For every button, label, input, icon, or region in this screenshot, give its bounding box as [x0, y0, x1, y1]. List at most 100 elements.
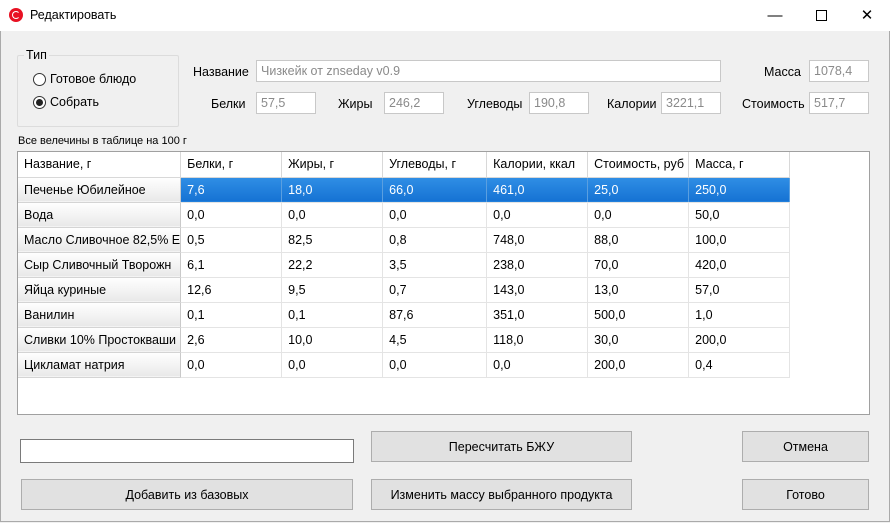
cost-field[interactable]: 517,7 — [809, 92, 869, 114]
cell-calories[interactable]: 748,0 — [486, 227, 589, 253]
table-header-row: Название, г Белки, г Жиры, г Углеводы, г… — [18, 152, 791, 178]
cell-calories[interactable]: 461,0 — [486, 177, 589, 203]
cell-cost[interactable]: 25,0 — [587, 177, 690, 203]
radio-label-ready-dish: Готовое блюдо — [50, 72, 137, 86]
cell-cost[interactable]: 88,0 — [587, 227, 690, 253]
cell-mass[interactable]: 0,4 — [688, 352, 791, 378]
fat-field[interactable]: 246,2 — [384, 92, 444, 114]
cell-cost[interactable]: 200,0 — [587, 352, 690, 378]
recalculate-button[interactable]: Пересчитать БЖУ — [371, 431, 632, 462]
minimize-button[interactable]: — — [752, 0, 798, 31]
close-button[interactable]: ✕ — [844, 0, 890, 31]
cell-protein[interactable]: 0,5 — [180, 227, 283, 253]
cell-protein[interactable]: 12,6 — [180, 277, 283, 303]
change-mass-button[interactable]: Изменить массу выбранного продукта — [371, 479, 632, 510]
radio-circle-ready-dish — [33, 72, 46, 86]
cell-carbs[interactable]: 66,0 — [382, 177, 488, 203]
protein-field[interactable]: 57,5 — [256, 92, 316, 114]
cell-mass[interactable]: 100,0 — [688, 227, 791, 253]
cell-calories[interactable]: 143,0 — [486, 277, 589, 303]
cell-protein[interactable]: 7,6 — [180, 177, 283, 203]
cell-cost[interactable]: 13,0 — [587, 277, 690, 303]
cell-mass[interactable]: 250,0 — [688, 177, 791, 203]
cell-mass[interactable]: 57,0 — [688, 277, 791, 303]
table-row[interactable]: Сыр Сливочный Творожн 6,1 22,2 3,5 238,0 70,0… — [18, 252, 791, 278]
cell-calories[interactable]: 351,0 — [486, 302, 589, 328]
cost-label: Стоимость — [742, 97, 805, 111]
cell-protein[interactable]: 0,1 — [180, 302, 283, 328]
cell-mass[interactable]: 200,0 — [688, 327, 791, 353]
column-header-calories[interactable]: Калории, ккал — [486, 152, 589, 178]
table-row[interactable]: Печенье Юбилейное 7,6 18,0 66,0 461,0 25,0 250… — [18, 177, 791, 203]
cell-name[interactable]: Ванилин — [18, 302, 182, 328]
cell-carbs[interactable]: 3,5 — [382, 252, 488, 278]
cell-calories[interactable]: 238,0 — [486, 252, 589, 278]
type-group-label: Тип — [24, 48, 49, 62]
column-header-cost[interactable]: Стоимость, руб — [587, 152, 690, 178]
calories-label: Калории — [607, 97, 657, 111]
cell-name[interactable]: Печенье Юбилейное — [18, 177, 182, 203]
cell-name[interactable]: Вода — [18, 202, 182, 228]
carbs-field[interactable]: 190,8 — [529, 92, 589, 114]
column-header-name[interactable]: Название, г — [18, 152, 182, 178]
cell-fat[interactable]: 9,5 — [281, 277, 384, 303]
radio-circle-assemble — [33, 95, 46, 109]
cell-calories[interactable]: 0,0 — [486, 352, 589, 378]
cell-fat[interactable]: 0,0 — [281, 352, 384, 378]
mass-field[interactable]: 1078,4 — [809, 60, 869, 82]
cell-name[interactable]: Масло Сливочное 82,5% Е — [18, 227, 182, 253]
table-row[interactable]: Ванилин 0,1 0,1 87,6 351,0 500,0 1,0 — [18, 302, 791, 328]
radio-ready-dish[interactable]: Готовое блюдо — [33, 71, 136, 87]
cell-calories[interactable]: 118,0 — [486, 327, 589, 353]
column-header-fat[interactable]: Жиры, г — [281, 152, 384, 178]
cell-mass[interactable]: 1,0 — [688, 302, 791, 328]
column-header-mass[interactable]: Масса, г — [688, 152, 791, 178]
cell-fat[interactable]: 0,1 — [281, 302, 384, 328]
carbs-label: Углеводы — [467, 97, 523, 111]
cell-carbs[interactable]: 0,7 — [382, 277, 488, 303]
cancel-button[interactable]: Отмена — [742, 431, 869, 462]
cell-protein[interactable]: 6,1 — [180, 252, 283, 278]
cell-cost[interactable]: 500,0 — [587, 302, 690, 328]
cell-fat[interactable]: 10,0 — [281, 327, 384, 353]
cell-mass[interactable]: 50,0 — [688, 202, 791, 228]
cell-cost[interactable]: 30,0 — [587, 327, 690, 353]
cell-protein[interactable]: 0,0 — [180, 202, 283, 228]
add-from-base-button[interactable]: Добавить из базовых — [21, 479, 353, 510]
cell-name[interactable]: Сыр Сливочный Творожн — [18, 252, 182, 278]
table-row[interactable]: Цикламат натрия 0,0 0,0 0,0 0,0 200,0 0,4 — [18, 352, 791, 378]
table-row[interactable]: Вода 0,0 0,0 0,0 0,0 0,0 50,0 — [18, 202, 791, 228]
cell-carbs[interactable]: 87,6 — [382, 302, 488, 328]
column-header-carbs[interactable]: Углеводы, г — [382, 152, 488, 178]
name-label: Название — [193, 65, 249, 79]
column-header-protein[interactable]: Белки, г — [180, 152, 283, 178]
maximize-icon — [815, 9, 827, 21]
maximize-button[interactable] — [798, 0, 844, 31]
cell-carbs[interactable]: 0,0 — [382, 202, 488, 228]
cell-mass[interactable]: 420,0 — [688, 252, 791, 278]
name-field[interactable]: Чизкейк от znseday v0.9 — [256, 60, 721, 82]
ingredients-table[interactable]: Название, г Белки, г Жиры, г Углеводы, г… — [17, 151, 870, 415]
cell-carbs[interactable]: 4,5 — [382, 327, 488, 353]
cell-name[interactable]: Цикламат натрия — [18, 352, 182, 378]
cell-protein[interactable]: 0,0 — [180, 352, 283, 378]
cell-calories[interactable]: 0,0 — [486, 202, 589, 228]
cell-cost[interactable]: 70,0 — [587, 252, 690, 278]
cell-fat[interactable]: 82,5 — [281, 227, 384, 253]
cell-fat[interactable]: 18,0 — [281, 177, 384, 203]
search-input[interactable] — [20, 439, 354, 463]
cell-fat[interactable]: 22,2 — [281, 252, 384, 278]
cell-protein[interactable]: 2,6 — [180, 327, 283, 353]
table-row[interactable]: Сливки 10% Простокваши 2,6 10,0 4,5 118,0 30,… — [18, 327, 791, 353]
cell-cost[interactable]: 0,0 — [587, 202, 690, 228]
done-button[interactable]: Готово — [742, 479, 869, 510]
table-row[interactable]: Яйца куриные 12,6 9,5 0,7 143,0 13,0 57,0 — [18, 277, 791, 303]
cell-name[interactable]: Сливки 10% Простокваши — [18, 327, 182, 353]
table-row[interactable]: Масло Сливочное 82,5% Е 0,5 82,5 0,8 748,0 88… — [18, 227, 791, 253]
radio-assemble[interactable]: Собрать — [33, 94, 99, 110]
calories-field[interactable]: 3221,1 — [661, 92, 721, 114]
cell-name[interactable]: Яйца куриные — [18, 277, 182, 303]
cell-fat[interactable]: 0,0 — [281, 202, 384, 228]
cell-carbs[interactable]: 0,8 — [382, 227, 488, 253]
cell-carbs[interactable]: 0,0 — [382, 352, 488, 378]
